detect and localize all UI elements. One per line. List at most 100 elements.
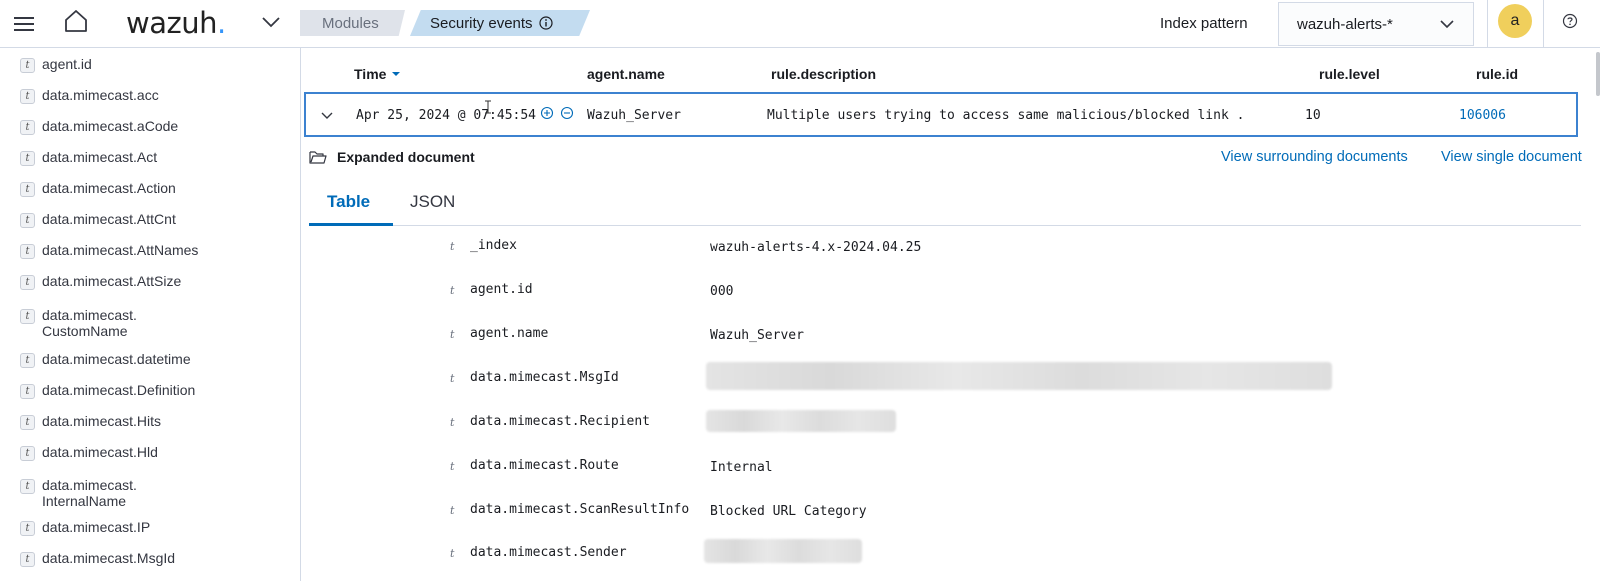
sidebar-field-item[interactable]: t data.mimecast.AttNames [20, 242, 198, 259]
sidebar-field-item[interactable]: t data.mimecast.datetime [20, 351, 191, 368]
logo-dot: . [216, 6, 226, 40]
doc-field-key: data.mimecast.Recipient [470, 414, 651, 429]
cell-time: Apr 25, 2024 @ 07:45:54 [356, 108, 536, 123]
sidebar-field-name: data.mimecast.AttNames [42, 242, 199, 258]
header-divider [1543, 0, 1544, 48]
string-type-icon: t [20, 89, 35, 104]
sidebar-field-item[interactable]: t data.mimecast.acc [20, 87, 159, 104]
cell-rule-id-link[interactable]: 106006 [1459, 108, 1506, 123]
sidebar-field-name: data.mimecast.Act [42, 149, 158, 165]
sidebar-field-item[interactable]: t data.mimecast.AttCnt [20, 211, 176, 228]
string-type-icon: t [20, 120, 35, 135]
sidebar-field-item[interactable]: t data.mimecast.aCode [20, 118, 178, 135]
tab-json[interactable]: JSON [410, 192, 455, 212]
string-type-icon: t [20, 521, 35, 536]
help-icon[interactable] [1561, 12, 1579, 30]
home-icon[interactable] [61, 6, 91, 36]
string-type-icon: t [20, 309, 35, 324]
sidebar-field-name: data.mimecast.datetime [42, 351, 191, 367]
sidebar-field-name: data.mimecast.aCode [42, 118, 179, 134]
string-type-icon: t [450, 328, 455, 341]
index-pattern-select[interactable]: wazuh-alerts-* [1278, 2, 1474, 46]
breadcrumb-security-events[interactable]: Security events [410, 10, 590, 36]
view-surrounding-documents-link[interactable]: View surrounding documents [1221, 149, 1408, 165]
doc-field-value: Wazuh_Server [710, 328, 804, 343]
scrollbar[interactable] [1596, 52, 1600, 96]
string-type-icon: t [20, 244, 35, 259]
filter-out-icon[interactable] [560, 106, 574, 120]
index-pattern-value: wazuh-alerts-* [1297, 15, 1393, 33]
avatar[interactable]: a [1498, 4, 1532, 38]
doc-field-key: agent.name [470, 326, 549, 341]
sidebar-field-item[interactable]: t data.mimecast.IP [20, 519, 150, 536]
sidebar-field-item[interactable]: t data.mimecast.Hits [20, 413, 161, 430]
sidebar-field-item[interactable]: t data.mimecast. CustomName [20, 307, 137, 339]
wazuh-logo[interactable]: wazuh. [126, 0, 226, 46]
sidebar-field-item[interactable]: t data.mimecast.Action [20, 180, 176, 197]
sidebar-field-item[interactable]: t data.mimecast.Act [20, 149, 157, 166]
column-header-agent-name[interactable]: agent.name [587, 66, 665, 82]
doc-field-value: wazuh-alerts-4.x-2024.04.25 [710, 240, 922, 255]
sidebar-field-name: data.mimecast.MsgId [42, 550, 176, 566]
doc-field-key: data.mimecast.ScanResultInfo [470, 502, 690, 517]
cell-rule-description: Multiple users trying to access same mal… [767, 108, 1245, 123]
sidebar-field-item[interactable]: t agent.id [20, 56, 92, 73]
string-type-icon: t [20, 552, 35, 567]
sort-descending-icon[interactable] [391, 71, 401, 77]
sidebar-field-item[interactable]: t data.mimecast.Hld [20, 444, 158, 461]
doc-field-key: _index [470, 238, 517, 253]
documents-panel: Time agent.name rule.description rule.le… [301, 48, 1600, 581]
string-type-icon: t [450, 416, 455, 429]
doc-field-key: data.mimecast.MsgId [470, 370, 619, 385]
logo-text: wazuh [126, 6, 217, 40]
chevron-down-icon [1440, 20, 1454, 29]
sidebar-field-name: data.mimecast.Definition [42, 382, 196, 398]
doc-field-key: data.mimecast.Sender [470, 545, 627, 560]
sidebar-field-name: data.mimecast.IP [42, 519, 151, 535]
expanded-document-title: Expanded document [337, 149, 475, 165]
cell-filter-actions [540, 106, 574, 120]
breadcrumb-modules-label: Modules [322, 14, 379, 32]
string-type-icon: t [450, 240, 455, 253]
sidebar-field-name: data.mimecast.Hld [42, 444, 158, 460]
string-type-icon: t [450, 460, 455, 473]
string-type-icon: t [450, 284, 455, 297]
doc-field-value: Blocked URL Category [710, 504, 867, 519]
string-type-icon: t [450, 547, 455, 560]
menu-icon[interactable] [10, 10, 38, 38]
info-icon[interactable] [538, 16, 553, 30]
sidebar-field-item[interactable]: t data.mimecast.AttSize [20, 273, 181, 290]
chevron-down-icon[interactable] [259, 10, 283, 34]
table-row[interactable]: Apr 25, 2024 @ 07:45:54 Wazuh_Server Mul… [304, 92, 1578, 137]
sidebar-field-item[interactable]: t data.mimecast.MsgId [20, 550, 175, 567]
redacted-value [704, 539, 862, 563]
sidebar-field-item[interactable]: t data.mimecast. InternalName [20, 477, 137, 509]
view-single-document-link[interactable]: View single document [1441, 149, 1582, 165]
sidebar-field-item[interactable]: t data.mimecast.Definition [20, 382, 195, 399]
string-type-icon: t [20, 446, 35, 461]
string-type-icon: t [20, 151, 35, 166]
text-cursor-icon [485, 100, 491, 114]
string-type-icon: t [450, 504, 455, 517]
column-header-time[interactable]: Time [354, 66, 401, 82]
filter-in-icon[interactable] [540, 106, 554, 120]
string-type-icon: t [20, 213, 35, 228]
column-header-rule-id[interactable]: rule.id [1476, 66, 1518, 82]
string-type-icon: t [20, 353, 35, 368]
redacted-value [706, 410, 896, 432]
top-header: wazuh. Modules Security events Index pat… [0, 0, 1600, 48]
string-type-icon: t [20, 415, 35, 430]
sidebar-field-name: data.mimecast.Action [42, 180, 176, 196]
breadcrumb-modules[interactable]: Modules [300, 10, 405, 36]
column-header-rule-level[interactable]: rule.level [1319, 66, 1380, 82]
sidebar-field-name: data.mimecast. CustomName [42, 307, 137, 339]
breadcrumb-security-label: Security events [430, 14, 533, 32]
folder-open-icon [309, 151, 327, 164]
column-header-rule-description[interactable]: rule.description [771, 66, 876, 82]
expanded-document-bar: Expanded document View surrounding docum… [309, 146, 1591, 170]
active-tab-indicator [309, 223, 393, 226]
chevron-down-icon[interactable] [320, 108, 336, 124]
sidebar-field-name: data.mimecast.AttCnt [42, 211, 176, 227]
tab-table[interactable]: Table [327, 192, 370, 212]
header-divider [1487, 0, 1488, 48]
